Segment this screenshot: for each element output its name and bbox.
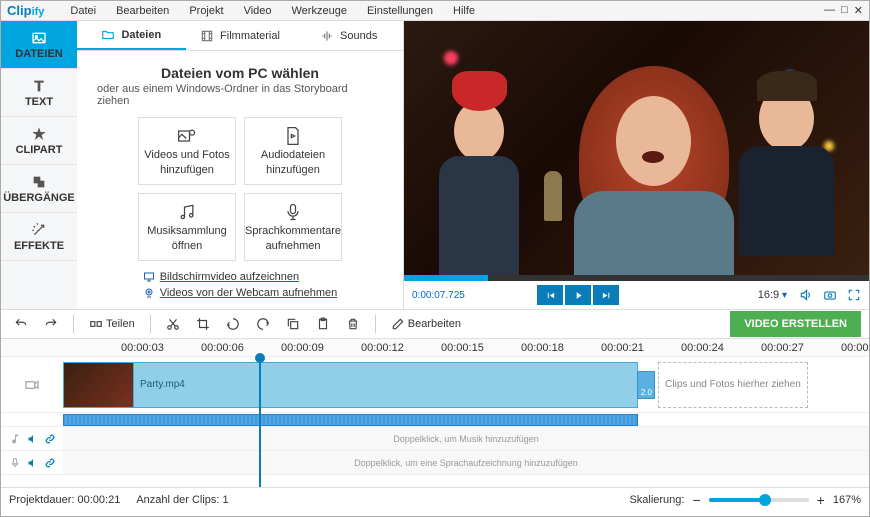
- webcam-icon: [143, 287, 155, 299]
- redo-button[interactable]: [39, 314, 63, 334]
- preview-video[interactable]: [404, 21, 869, 275]
- menu-video[interactable]: Video: [236, 3, 280, 19]
- drop-zone[interactable]: Clips und Fotos hierher ziehen: [658, 362, 808, 408]
- crop-button[interactable]: [191, 314, 215, 334]
- volume-icon[interactable]: [799, 288, 813, 302]
- undo-button[interactable]: [9, 314, 33, 334]
- zoom-value: 167%: [833, 494, 861, 506]
- zoom-out-button[interactable]: −: [692, 492, 700, 508]
- mic-icon: [282, 202, 304, 222]
- rotate-right-button[interactable]: [251, 314, 275, 334]
- clip-count: Anzahl der Clips: 1: [136, 494, 228, 506]
- create-video-button[interactable]: VIDEO ERSTELLEN: [730, 311, 861, 337]
- play-button[interactable]: [565, 285, 591, 305]
- cut-button[interactable]: [161, 314, 185, 334]
- speaker-icon[interactable]: [27, 433, 39, 445]
- note-icon: [9, 433, 21, 445]
- link-webcam-record[interactable]: Videos von der Webcam aufnehmen: [143, 287, 338, 299]
- video-track-head[interactable]: [1, 357, 63, 412]
- sidebar: DATEIEN TEXT CLIPART ÜBERGÄNGE EFFEKTE: [1, 21, 77, 309]
- voice-track-head[interactable]: [1, 451, 63, 474]
- close-icon[interactable]: ✕: [854, 4, 863, 17]
- zoom-in-button[interactable]: +: [817, 492, 825, 508]
- tab-sounds[interactable]: Sounds: [294, 21, 403, 50]
- clip-name: Party.mp4: [140, 379, 185, 390]
- project-duration: Projektdauer: 00:00:21: [9, 494, 120, 506]
- media-icon: [176, 126, 198, 146]
- menu-projekt[interactable]: Projekt: [181, 3, 231, 19]
- timeline-toolbar: Teilen Bearbeiten VIDEO ERSTELLEN: [1, 309, 869, 339]
- prev-button[interactable]: [537, 285, 563, 305]
- maximize-icon[interactable]: □: [841, 4, 848, 17]
- tab-filmmaterial[interactable]: Filmmaterial: [186, 21, 295, 50]
- link-icon[interactable]: [45, 434, 55, 444]
- star-icon: [31, 126, 47, 142]
- sidebar-effekte[interactable]: EFFEKTE: [1, 213, 77, 261]
- timeline: Party.mp4 2.0 Clips und Fotos hierher zi…: [1, 357, 869, 487]
- zoom-label: Skalierung:: [629, 494, 684, 506]
- card-add-audio[interactable]: Audiodateienhinzufügen: [244, 117, 342, 185]
- edit-button[interactable]: Bearbeiten: [386, 314, 466, 334]
- preview-progress[interactable]: [404, 275, 869, 281]
- music-icon: [176, 202, 198, 222]
- sidebar-text[interactable]: TEXT: [1, 69, 77, 117]
- copy-button[interactable]: [281, 314, 305, 334]
- layers-icon: [31, 174, 47, 190]
- link-icon[interactable]: [45, 458, 55, 468]
- panel-subtitle: oder aus einem Windows-Ordner in das Sto…: [97, 83, 383, 107]
- clip-audio-waveform[interactable]: [63, 414, 638, 426]
- zoom-slider[interactable]: [709, 498, 809, 502]
- camera-icon[interactable]: [823, 288, 837, 302]
- split-button[interactable]: Teilen: [84, 314, 140, 334]
- window-controls: — □ ✕: [824, 4, 863, 17]
- app-logo: Clipify: [7, 3, 44, 18]
- camera-track-icon: [24, 377, 40, 393]
- image-icon: [31, 30, 47, 46]
- menu-datei[interactable]: Datei: [62, 3, 104, 19]
- card-record-voice[interactable]: Sprachkommentareaufnehmen: [244, 193, 342, 261]
- menubar: Datei Bearbeiten Projekt Video Werkzeuge…: [62, 3, 483, 19]
- music-track-placeholder[interactable]: Doppelklick, um Musik hinzuzufügen: [63, 427, 869, 450]
- clip-thumbnail: [64, 363, 134, 407]
- fullscreen-icon[interactable]: [847, 288, 861, 302]
- preview-timecode: 0:00:07.725: [412, 290, 465, 301]
- sidebar-uebergaenge[interactable]: ÜBERGÄNGE: [1, 165, 77, 213]
- preview-pane: 0:00:07.725 16:9 ▾: [404, 21, 869, 309]
- paste-button[interactable]: [311, 314, 335, 334]
- sidebar-clipart[interactable]: CLIPART: [1, 117, 77, 165]
- menu-werkzeuge[interactable]: Werkzeuge: [284, 3, 355, 19]
- rotate-left-button[interactable]: [221, 314, 245, 334]
- folder-icon: [101, 28, 115, 42]
- import-panel: Dateien Filmmaterial Sounds Dateien vom …: [77, 21, 404, 309]
- text-icon: [31, 78, 47, 94]
- titlebar: Clipify Datei Bearbeiten Projekt Video W…: [1, 1, 869, 21]
- monitor-icon: [143, 271, 155, 283]
- card-music-library[interactable]: Musiksammlungöffnen: [138, 193, 236, 261]
- speaker-icon[interactable]: [27, 457, 39, 469]
- mic-track-icon: [9, 457, 21, 469]
- link-screen-record[interactable]: Bildschirmvideo aufzeichnen: [143, 271, 338, 283]
- wand-icon: [31, 222, 47, 238]
- video-clip[interactable]: Party.mp4 2.0: [63, 362, 638, 408]
- tab-dateien[interactable]: Dateien: [77, 21, 186, 50]
- delete-button[interactable]: [341, 314, 365, 334]
- minimize-icon[interactable]: —: [824, 4, 835, 17]
- menu-einstellungen[interactable]: Einstellungen: [359, 3, 441, 19]
- voice-track-placeholder[interactable]: Doppelklick, um eine Sprachaufzeichnung …: [63, 451, 869, 474]
- playhead[interactable]: [259, 357, 261, 487]
- panel-title: Dateien vom PC wählen: [161, 65, 319, 81]
- card-add-video-photo[interactable]: Videos und Fotoshinzufügen: [138, 117, 236, 185]
- aspect-ratio[interactable]: 16:9 ▾: [758, 289, 787, 301]
- timeline-ruler[interactable]: 00:00:03 00:00:06 00:00:09 00:00:12 00:0…: [1, 339, 869, 357]
- clip-transition-cap[interactable]: 2.0: [637, 371, 655, 399]
- menu-hilfe[interactable]: Hilfe: [445, 3, 483, 19]
- menu-bearbeiten[interactable]: Bearbeiten: [108, 3, 177, 19]
- audio-file-icon: [282, 126, 304, 146]
- sound-icon: [320, 29, 334, 43]
- status-bar: Projektdauer: 00:00:21 Anzahl der Clips:…: [1, 487, 869, 511]
- sidebar-dateien[interactable]: DATEIEN: [1, 21, 77, 69]
- next-button[interactable]: [593, 285, 619, 305]
- music-track-head[interactable]: [1, 427, 63, 450]
- film-icon: [200, 29, 214, 43]
